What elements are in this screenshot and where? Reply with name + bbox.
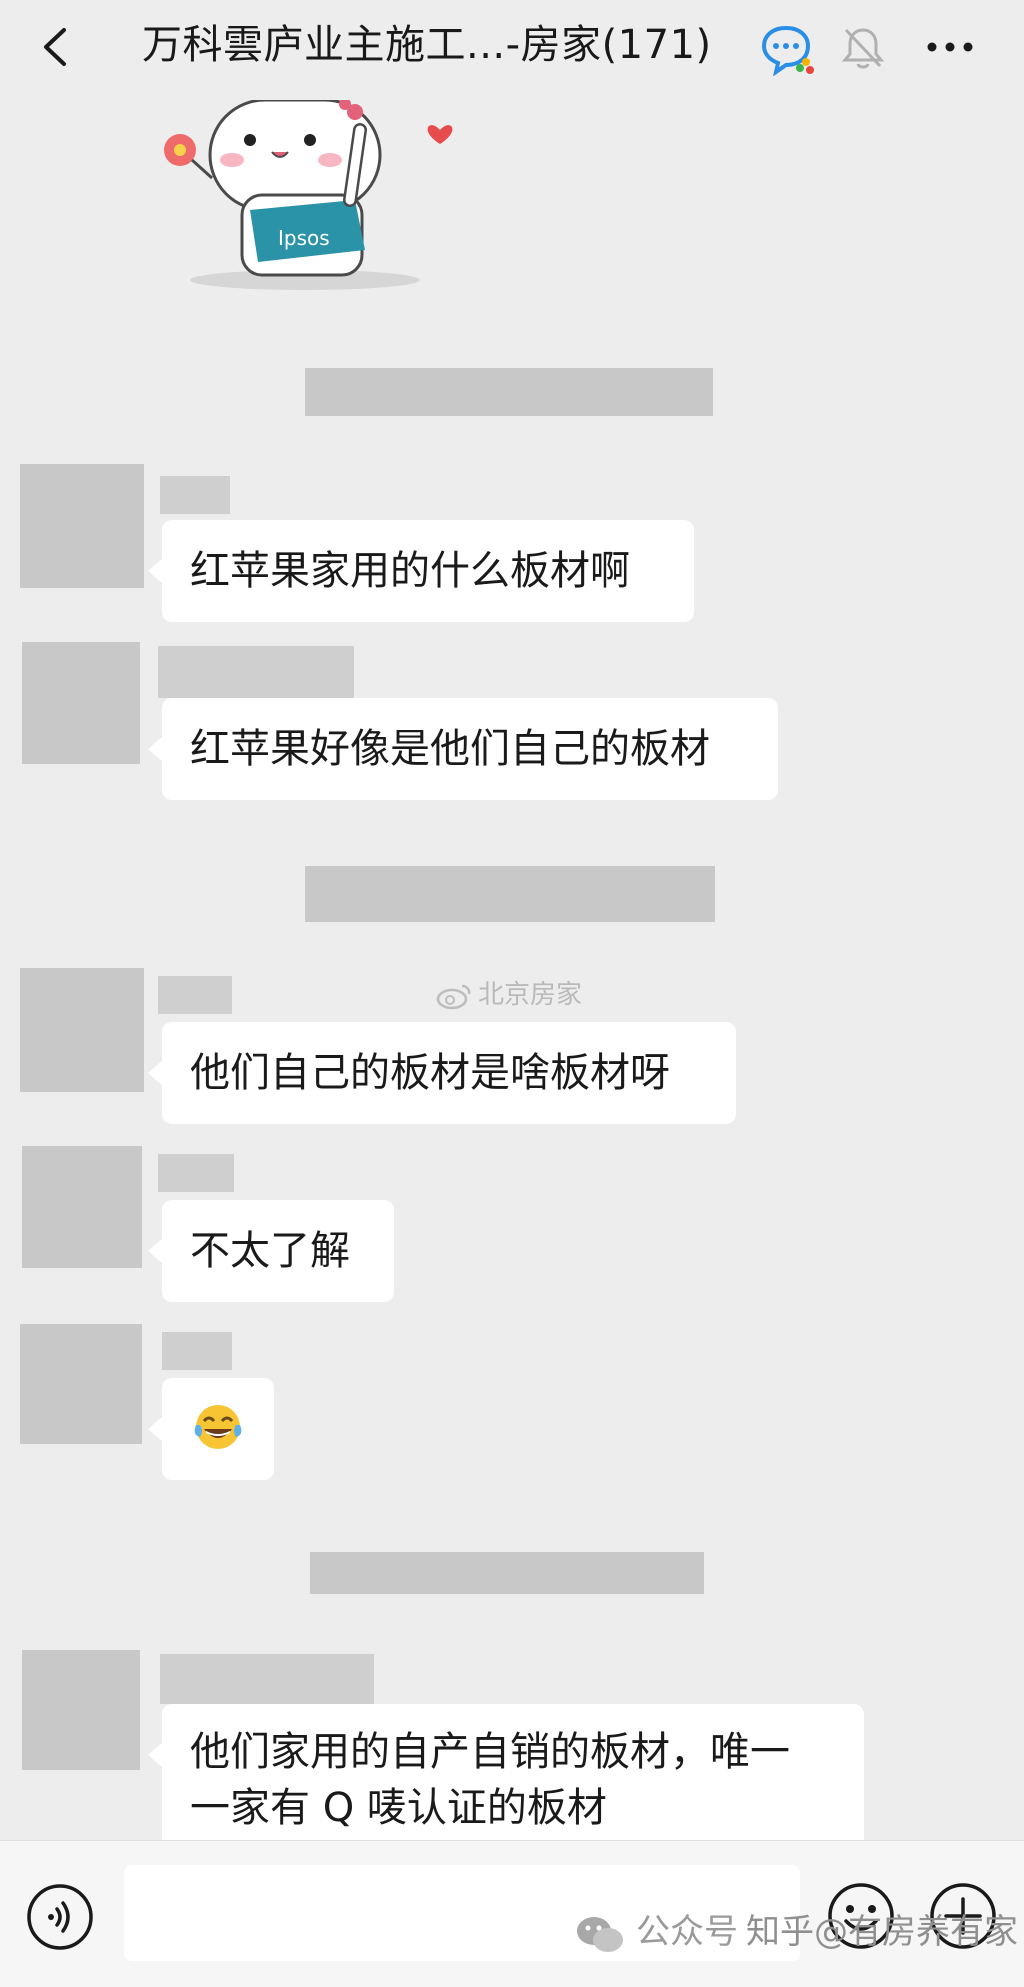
zhihu-watermark: 知乎@有房养有家 <box>746 1906 1018 1958</box>
sender-name-redacted <box>160 476 230 514</box>
weibo-icon <box>436 984 471 1009</box>
message-text: 他们家用的自产自销的板材，唯一 一家有 Q 唛认证的板材 <box>190 1729 790 1831</box>
avatar[interactable] <box>22 1650 140 1770</box>
tears-of-joy-emoji-icon <box>194 1405 242 1449</box>
timestamp-redacted <box>310 1552 704 1594</box>
message-bubble[interactable]: 红苹果家用的什么板材啊 <box>148 520 694 622</box>
watermark-text: 知乎@有房养有家 <box>746 1912 1018 1952</box>
voice-icon <box>27 1884 93 1950</box>
sender-name-redacted <box>162 1332 232 1370</box>
sender-name-redacted <box>158 976 232 1014</box>
message-bubble[interactable]: 他们自己的板材是啥板材呀 <box>148 1022 736 1124</box>
watermark-text: 公众号 <box>636 1912 738 1952</box>
sticker-image[interactable]: Ipsos <box>150 98 460 300</box>
message-bubble[interactable] <box>148 1378 274 1480</box>
avatar[interactable] <box>20 464 144 588</box>
chevron-left-icon <box>44 28 66 66</box>
message-bubble[interactable]: 他们家用的自产自销的板材，唯一 一家有 Q 唛认证的板材 <box>148 1704 864 1854</box>
work-chat-icon[interactable] <box>760 24 816 77</box>
wechat-icon <box>577 1916 623 1952</box>
chat-title: 万科雲庐业主施工...-房家(171) <box>142 22 712 68</box>
message-text: 红苹果好像是他们自己的板材 <box>190 726 710 772</box>
message-bubble[interactable]: 红苹果好像是他们自己的板材 <box>148 698 778 800</box>
back-button[interactable] <box>30 20 84 74</box>
timestamp-redacted <box>305 866 715 922</box>
mute-bell-icon[interactable] <box>840 24 886 72</box>
message-text: 红苹果家用的什么板材啊 <box>190 548 630 594</box>
sender-name-redacted <box>158 646 354 698</box>
timestamp-redacted <box>305 368 713 416</box>
svg-text:Ipsos: Ipsos <box>278 226 330 250</box>
message-text: 他们自己的板材是啥板材呀 <box>190 1050 670 1096</box>
sender-name-redacted <box>160 1654 374 1704</box>
avatar[interactable] <box>20 1324 142 1444</box>
avatar[interactable] <box>22 642 140 764</box>
sender-name-redacted <box>158 1154 234 1192</box>
more-options-button[interactable] <box>920 22 980 72</box>
watermark-text: 北京房家 <box>478 980 583 1010</box>
voice-input-button[interactable] <box>26 1883 94 1951</box>
avatar[interactable] <box>20 968 144 1092</box>
avatar[interactable] <box>22 1146 142 1268</box>
message-bubble[interactable]: 不太了解 <box>148 1200 394 1302</box>
more-dots-icon <box>927 42 973 52</box>
message-text: 不太了解 <box>190 1228 350 1274</box>
weibo-watermark: 北京房家 <box>436 978 582 1012</box>
chat-header: 万科雲庐业主施工...-房家(171) <box>0 0 1024 96</box>
wechat-official-watermark: 公众号 <box>574 1906 738 1958</box>
